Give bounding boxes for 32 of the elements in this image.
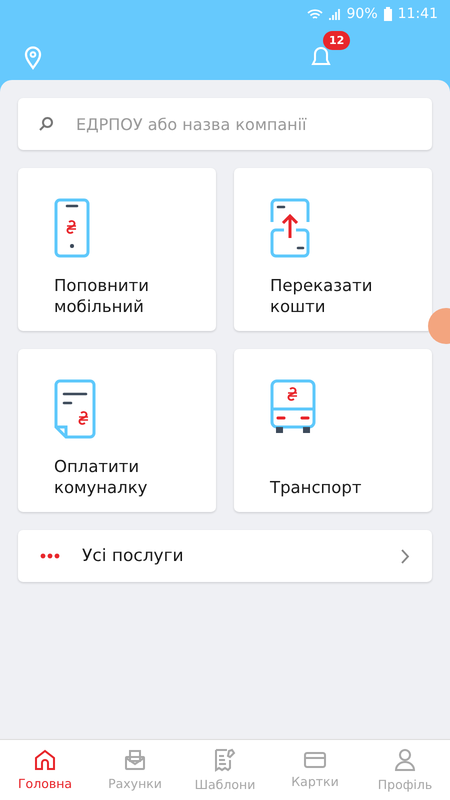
- notification-badge: 12: [323, 31, 350, 50]
- person-icon: [394, 748, 416, 772]
- envelope-icon: [124, 749, 146, 771]
- transfer-icon: [270, 198, 310, 258]
- clock: 11:41: [398, 6, 438, 22]
- service-tile[interactable]: Поповнити мобільний: [18, 168, 216, 331]
- search-field[interactable]: ЕДРПОУ або назва компанії: [18, 98, 432, 150]
- location-pin-icon[interactable]: [24, 46, 42, 70]
- wifi-icon: [306, 8, 323, 20]
- receipt-icon: [214, 748, 236, 772]
- service-tile[interactable]: Оплатити комуналку: [18, 349, 216, 512]
- battery-percent: 90%: [346, 6, 378, 22]
- tile-label: Транспорт: [270, 477, 362, 498]
- more-dots-icon: [40, 553, 60, 559]
- card-icon: [303, 751, 327, 769]
- chevron-right-icon: [401, 548, 410, 564]
- bill-icon: [54, 379, 96, 439]
- bell-icon[interactable]: [311, 45, 331, 67]
- tile-label: Переказати кошти: [270, 275, 374, 317]
- service-tile[interactable]: Транспорт: [234, 349, 432, 512]
- bus-icon: [270, 379, 316, 435]
- all-services-label: Усі послуги: [82, 546, 185, 566]
- phone-icon: [54, 198, 90, 258]
- all-services-row[interactable]: Усі послуги: [18, 530, 432, 582]
- nav-tab[interactable]: Головна: [0, 740, 90, 800]
- home-icon: [34, 749, 56, 771]
- battery-icon: [384, 7, 392, 21]
- tile-label: Поповнити мобільний: [54, 275, 150, 317]
- tile-label: Оплатити комуналку: [54, 456, 148, 498]
- service-tile[interactable]: Переказати кошти: [234, 168, 432, 331]
- signal-icon: [328, 8, 341, 20]
- search-icon: [38, 116, 54, 132]
